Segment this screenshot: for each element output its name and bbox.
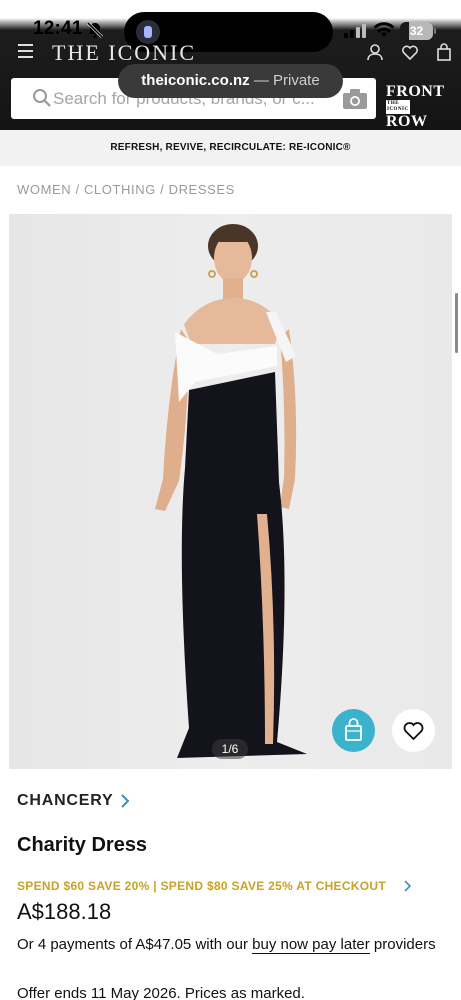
bag-icon[interactable] bbox=[435, 43, 453, 61]
offer-banner[interactable]: SPEND $60 SAVE 20% | SPEND $80 SAVE 25% … bbox=[17, 879, 386, 893]
bnpl-suffix: providers bbox=[369, 936, 436, 953]
site-logo[interactable]: THE ICONIC bbox=[52, 40, 196, 66]
breadcrumb-separator: / bbox=[75, 182, 84, 197]
account-icon[interactable] bbox=[366, 43, 384, 61]
product-image[interactable] bbox=[9, 214, 452, 769]
heart-icon[interactable] bbox=[401, 43, 419, 61]
browser-url-pill[interactable]: theiconic.co.nz — Private bbox=[118, 64, 343, 98]
shopping-bag-icon bbox=[345, 718, 362, 741]
product-name: Charity Dress bbox=[17, 834, 148, 856]
front-row-logo[interactable]: FRONT THE ICONICROW bbox=[386, 83, 452, 130]
wishlist-heart-icon bbox=[403, 722, 424, 741]
front-row-line2: ROW bbox=[386, 113, 428, 131]
front-row-line1: FRONT bbox=[386, 83, 445, 100]
offer-ends-text: Offer ends 11 May 2026. Prices as marked… bbox=[17, 985, 305, 1000]
camera-icon[interactable] bbox=[342, 88, 368, 110]
front-row-mark: THE ICONIC bbox=[386, 100, 410, 115]
page-scrollbar[interactable] bbox=[455, 293, 458, 353]
wishlist-button[interactable] bbox=[392, 709, 435, 752]
battery-level: 32 bbox=[409, 24, 424, 38]
image-counter: 1/6 bbox=[212, 739, 248, 759]
breadcrumb: WOMEN / CLOTHING / DRESSES bbox=[17, 182, 235, 197]
bnpl-link[interactable]: buy now pay later bbox=[252, 936, 370, 954]
product-brand[interactable]: CHANCERY bbox=[17, 792, 113, 810]
chevron-right-icon[interactable] bbox=[402, 880, 412, 892]
menu-icon[interactable] bbox=[18, 44, 33, 58]
product-price: A$188.18 bbox=[17, 899, 112, 924]
promo-banner[interactable]: REFRESH, REVIVE, RECIRCULATE: RE-ICONIC® bbox=[0, 130, 461, 166]
breadcrumb-women[interactable]: WOMEN bbox=[17, 182, 71, 197]
search-icon bbox=[33, 89, 51, 107]
bnpl-info: Or 4 payments of A$47.05 with our buy no… bbox=[17, 932, 447, 958]
breadcrumb-dresses[interactable]: DRESSES bbox=[169, 182, 235, 197]
bnpl-prefix: Or 4 payments of A$47.05 with our bbox=[17, 936, 253, 953]
add-to-bag-button[interactable] bbox=[332, 709, 375, 752]
url-domain: theiconic.co.nz bbox=[141, 72, 250, 89]
breadcrumb-clothing[interactable]: CLOTHING bbox=[84, 182, 156, 197]
chevron-right-icon[interactable] bbox=[119, 793, 131, 809]
product-photo-illustration bbox=[155, 224, 307, 758]
breadcrumb-separator: / bbox=[160, 182, 169, 197]
url-mode: — Private bbox=[249, 72, 320, 89]
